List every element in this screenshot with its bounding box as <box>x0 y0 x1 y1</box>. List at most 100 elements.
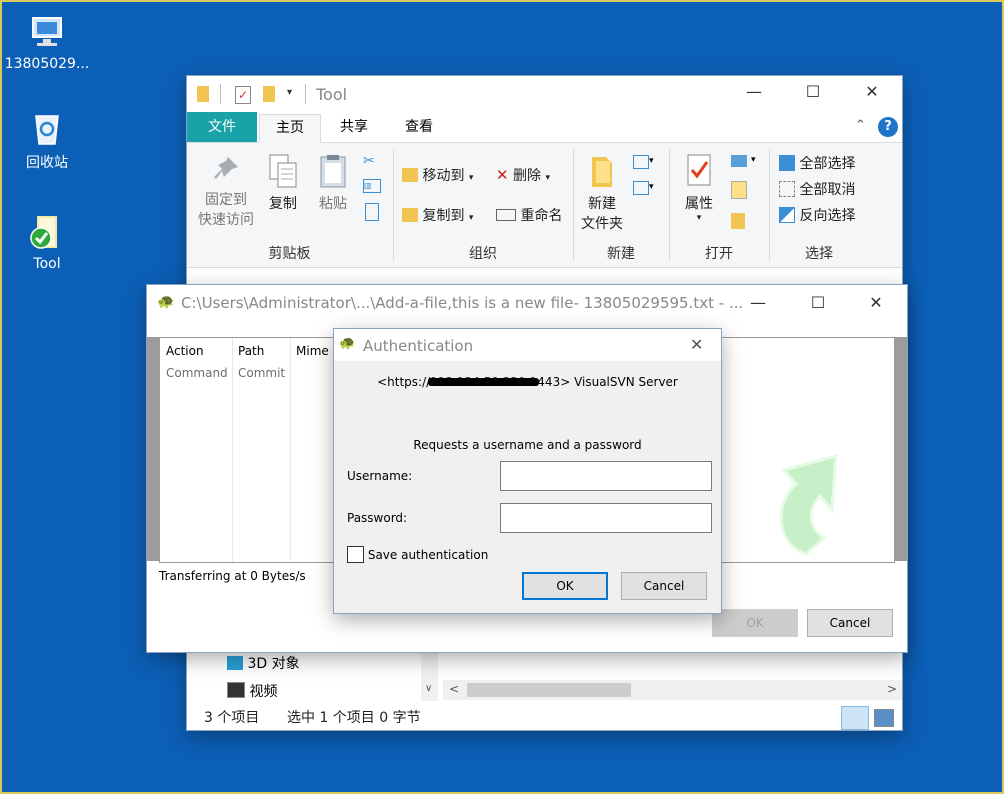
selection-info: 选中 1 个项目 0 字节 <box>287 710 421 726</box>
pin-quick-access-button[interactable]: 固定到 快速访问 <box>193 153 259 229</box>
nav-scrollbar[interactable]: ∨ <box>421 651 438 701</box>
invert-selection-icon <box>779 207 795 223</box>
new-folder-label-1: 新建 <box>588 196 616 212</box>
copy-path-icon[interactable]: ▥ <box>363 179 381 193</box>
new-folder-icon <box>592 157 612 187</box>
properties-label: 属性 <box>685 196 713 212</box>
column-mime[interactable]: Mime t <box>296 344 337 358</box>
column-path[interactable]: Path <box>238 344 264 358</box>
username-label: Username: <box>347 469 413 483</box>
auth-ok-button[interactable]: OK <box>522 572 608 600</box>
maximize-button[interactable]: ☐ <box>790 76 836 108</box>
easy-access-dropdown-icon[interactable]: ▾ <box>649 182 654 192</box>
auth-title: Authentication <box>363 337 474 355</box>
details-view-icon[interactable] <box>841 706 869 730</box>
separator <box>305 84 306 104</box>
folder-icon <box>197 86 209 102</box>
new-item-dropdown-icon[interactable]: ▾ <box>649 156 654 166</box>
move-to-label: 移动到 <box>422 168 465 184</box>
tab-view[interactable]: 查看 <box>389 114 449 141</box>
paste-button[interactable]: 粘贴 <box>313 153 353 213</box>
desktop-icon-recycle-bin[interactable]: 回收站 <box>2 108 92 172</box>
qat-dropdown-icon[interactable]: ▾ <box>287 87 292 98</box>
minimize-button[interactable]: — <box>731 76 777 108</box>
new-folder-button[interactable]: 新建 文件夹 <box>577 153 627 233</box>
realm-suffix: 443> VisualSVN Server <box>537 375 678 389</box>
close-button[interactable]: ✕ <box>853 287 899 319</box>
item-count: 3 个项目 <box>204 710 260 726</box>
select-none-button[interactable]: 全部取消 <box>779 179 855 199</box>
column-action[interactable]: Action <box>166 344 204 358</box>
auth-cancel-button[interactable]: Cancel <box>621 572 707 600</box>
tortoise-icon: 🐢 <box>157 294 175 310</box>
select-all-icon <box>779 155 795 171</box>
tab-share[interactable]: 共享 <box>325 114 383 141</box>
save-auth-checkbox[interactable]: Save authentication <box>347 546 488 563</box>
new-folder-label-2: 文件夹 <box>581 216 623 232</box>
scroll-left-icon[interactable]: < <box>449 682 459 696</box>
desktop-icon-label: 13805029... <box>4 56 90 72</box>
commit-arrow-icon <box>779 454 838 556</box>
desktop-icon-label: 回收站 <box>26 155 68 171</box>
select-all-button[interactable]: 全部选择 <box>779 153 855 173</box>
copy-to-button[interactable]: 复制到 ▾ <box>402 205 473 225</box>
separator <box>220 84 221 104</box>
maximize-button[interactable]: ☐ <box>795 287 841 319</box>
edit-icon[interactable] <box>731 181 747 199</box>
window-title: Tool <box>316 85 348 104</box>
open-icon[interactable] <box>731 155 747 167</box>
select-none-label: 全部取消 <box>799 182 856 198</box>
scroll-right-icon[interactable]: > <box>887 682 897 696</box>
tab-home[interactable]: 主页 <box>259 114 321 143</box>
desktop-icon-tool[interactable]: Tool <box>2 212 92 272</box>
nav-item-video[interactable]: 视频 <box>227 681 277 701</box>
realm-redacted: 112.124.50.220:1 <box>428 375 540 389</box>
select-none-icon <box>779 181 795 197</box>
pin-icon <box>214 157 238 179</box>
invert-selection-label: 反向选择 <box>799 208 856 224</box>
close-button[interactable]: ✕ <box>849 76 895 108</box>
copy-to-label: 复制到 <box>422 208 465 224</box>
clipboard-group-label: 剪贴板 <box>268 246 311 262</box>
tab-file[interactable]: 文件 <box>187 112 257 142</box>
rename-button[interactable]: 重命名 <box>496 205 562 225</box>
checkbox-box[interactable] <box>347 546 364 563</box>
invert-selection-button[interactable]: 反向选择 <box>779 205 855 225</box>
column-divider <box>290 338 291 562</box>
new-folder-icon[interactable] <box>263 86 275 102</box>
progress-cancel-button[interactable]: Cancel <box>807 609 893 637</box>
move-to-button[interactable]: 移动到 ▾ <box>402 165 473 185</box>
username-input[interactable] <box>500 461 712 491</box>
select-all-label: 全部选择 <box>799 156 856 172</box>
desktop-icon-computer[interactable]: 13805029... <box>2 12 92 72</box>
scroll-thumb[interactable] <box>467 683 631 697</box>
ribbon-tabs: 文件 主页 共享 查看 ⌃ ? <box>187 112 902 143</box>
progress-ok-button[interactable]: OK <box>712 609 798 637</box>
new-item-icon[interactable] <box>633 155 649 169</box>
tortoise-icon: 🐢 <box>339 336 356 351</box>
easy-access-icon[interactable] <box>633 181 649 195</box>
paste-shortcut-icon[interactable] <box>365 203 379 221</box>
recycle-bin-icon <box>27 108 67 148</box>
delete-icon: ✕ <box>496 166 509 184</box>
auth-dialog: 🐢 Authentication ✕ <https://112.124.50.2… <box>334 329 721 613</box>
properties-button[interactable]: 属性 ▾ <box>677 153 721 223</box>
progress-title: C:\Users\Administrator\...\Add-a-file,th… <box>181 294 744 312</box>
delete-button[interactable]: ✕ 删除 ▾ <box>496 165 550 185</box>
open-dropdown-icon[interactable]: ▾ <box>751 155 756 165</box>
help-icon[interactable]: ? <box>878 117 898 137</box>
quick-access-toolbar: ✓ ▾ Tool — ☐ ✕ <box>187 76 902 112</box>
minimize-button[interactable]: — <box>735 287 781 319</box>
nav-item-3d[interactable]: 3D 对象 <box>227 653 300 673</box>
cut-icon[interactable]: ✂ <box>363 153 375 169</box>
password-input[interactable] <box>500 503 712 533</box>
history-icon[interactable] <box>731 213 745 229</box>
auth-close-button[interactable]: ✕ <box>690 335 703 354</box>
properties-check-icon[interactable]: ✓ <box>235 86 251 104</box>
horizontal-scrollbar[interactable]: < > <box>443 680 902 700</box>
collapse-ribbon-icon[interactable]: ⌃ <box>855 118 866 133</box>
copy-button[interactable]: 复制 <box>263 153 303 213</box>
film-icon <box>227 682 245 698</box>
scroll-down-icon[interactable]: ∨ <box>425 683 432 694</box>
large-icons-view-icon[interactable] <box>874 709 894 727</box>
